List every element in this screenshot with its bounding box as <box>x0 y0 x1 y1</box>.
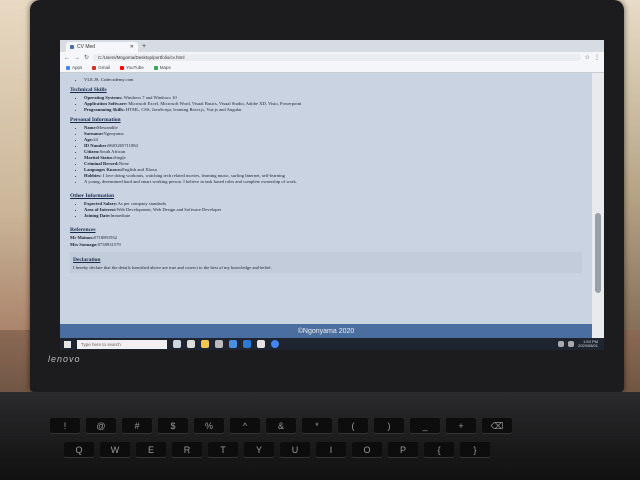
key: R <box>172 442 202 458</box>
key: E <box>136 442 166 458</box>
key: @ <box>86 418 116 434</box>
search-placeholder: Type here to search <box>81 341 121 347</box>
edge-icon[interactable] <box>187 340 195 348</box>
key: + <box>446 418 476 434</box>
declaration-heading: Declaration <box>73 257 101 263</box>
key: ( <box>338 418 368 434</box>
key: ^ <box>230 418 260 434</box>
list-item: VLE.JS, Codecademy.com <box>84 77 582 83</box>
key: { <box>424 442 454 458</box>
key: ⌫ <box>482 418 512 434</box>
key: Y <box>244 442 274 458</box>
key: P <box>388 442 418 458</box>
declaration-section: Declaration I hereby declare that the de… <box>70 252 582 273</box>
windows-taskbar: Type here to search 1:53 PM 2020/08/01 <box>60 338 604 350</box>
laptop-screen: CV Med ✕ + ← → ↻ C:/Users/Mngoma/Desktop… <box>60 40 604 350</box>
key: & <box>266 418 296 434</box>
key: O <box>352 442 382 458</box>
maps-icon <box>153 65 158 70</box>
technical-skills-heading: Technical Skills <box>70 87 107 93</box>
personal-info-heading: Personal Information <box>70 117 121 123</box>
key: Q <box>64 442 94 458</box>
key: # <box>122 418 152 434</box>
menu-icon[interactable]: ⋮ <box>594 54 600 61</box>
file-explorer-icon[interactable] <box>201 340 209 348</box>
network-icon[interactable] <box>557 341 564 347</box>
chrome-icon[interactable] <box>271 340 279 348</box>
youtube-icon <box>120 65 125 70</box>
tab-title: CV Med <box>77 44 96 50</box>
bookmark-maps[interactable]: Maps <box>153 65 171 70</box>
summary-text: A young, determined hard and smart worki… <box>84 179 582 185</box>
page-footer: ©Ngonyama 2020 <box>60 324 592 338</box>
scrollbar-thumb[interactable] <box>595 213 601 293</box>
browser-toolbar: ← → ↻ C:/Users/Mngoma/Desktop/portfolio/… <box>60 52 604 63</box>
key: ! <box>50 418 80 434</box>
close-tab-icon[interactable]: ✕ <box>130 44 134 50</box>
bookmark-youtube[interactable]: YouTube <box>120 65 144 70</box>
key: ) <box>374 418 404 434</box>
address-bar[interactable]: C:/Users/Mngoma/Desktop/portfolio/cv.htm… <box>93 54 581 61</box>
key: T <box>208 442 238 458</box>
cv-page: VLE.JS, Codecademy.com Technical Skills … <box>60 73 592 338</box>
list-item: Programming Skills: HTML, CSS, JavaScrip… <box>84 107 582 113</box>
store-icon[interactable] <box>215 340 223 348</box>
key: * <box>302 418 332 434</box>
app-icon[interactable] <box>257 340 265 348</box>
list-item: Joining Date:Immediate <box>84 213 582 219</box>
browser-tab-bar: CV Med ✕ + <box>60 40 604 52</box>
declaration-text: I hereby declare that the details furnis… <box>73 265 272 270</box>
key: % <box>194 418 224 434</box>
reference-2: Mrs Sonnago:0738931579 <box>70 242 121 247</box>
laptop-keyboard: ! @ # $ % ^ & * () _ + ⌫ QW ER TY UI OP {} <box>0 392 640 480</box>
favicon-icon <box>70 45 74 49</box>
gmail-icon <box>92 65 97 70</box>
apps-icon <box>66 65 70 70</box>
clock-date: 2020/08/01 <box>577 343 598 348</box>
references-heading: References <box>70 227 96 233</box>
browser-tab[interactable]: CV Med ✕ <box>66 42 138 52</box>
key: } <box>460 442 490 458</box>
bookmarks-bar: Apps Gmail YouTube Maps <box>60 63 604 73</box>
new-tab-button[interactable]: + <box>142 42 146 52</box>
footer-text: ©Ngonyama 2020 <box>297 327 355 335</box>
key: I <box>316 442 346 458</box>
task-view-icon[interactable] <box>173 340 181 348</box>
other-info-heading: Other Information <box>70 193 115 199</box>
volume-icon[interactable] <box>567 341 574 347</box>
bookmark-apps[interactable]: Apps <box>66 65 82 70</box>
key: U <box>280 442 310 458</box>
other-info-list: Expected Salary:As per company standards… <box>70 201 582 219</box>
technical-skills-list: Operating Systems: Windows 7 and Windows… <box>70 95 582 113</box>
key: $ <box>158 418 188 434</box>
vscode-icon[interactable] <box>243 340 251 348</box>
reload-button[interactable]: ↻ <box>84 54 89 61</box>
mail-icon[interactable] <box>229 340 237 348</box>
reference-1: Mr Mainoo:0718891932 <box>70 235 117 240</box>
laptop-brand-logo: lenovo <box>48 354 81 364</box>
system-tray: 1:53 PM 2020/08/01 <box>557 339 604 349</box>
back-button[interactable]: ← <box>64 55 70 61</box>
bookmark-gmail[interactable]: Gmail <box>92 65 110 70</box>
personal-info-list: Name:Mzwandile Surname:Ngonyama Age:24 I… <box>70 125 582 179</box>
key: _ <box>410 418 440 434</box>
forward-button[interactable]: → <box>74 55 80 61</box>
windows-start-icon[interactable] <box>64 340 71 348</box>
taskbar-clock[interactable]: 1:53 PM 2020/08/01 <box>577 339 598 349</box>
page-scrollbar[interactable] <box>592 73 604 338</box>
keyboard-row: QW ER TY UI OP {} <box>64 442 490 458</box>
key: W <box>100 442 130 458</box>
star-icon[interactable]: ☆ <box>585 54 590 61</box>
address-text: C:/Users/Mngoma/Desktop/portfolio/cv.htm… <box>98 55 185 60</box>
keyboard-row: ! @ # $ % ^ & * () _ + ⌫ <box>50 418 512 434</box>
taskbar-search-input[interactable]: Type here to search <box>77 339 167 349</box>
